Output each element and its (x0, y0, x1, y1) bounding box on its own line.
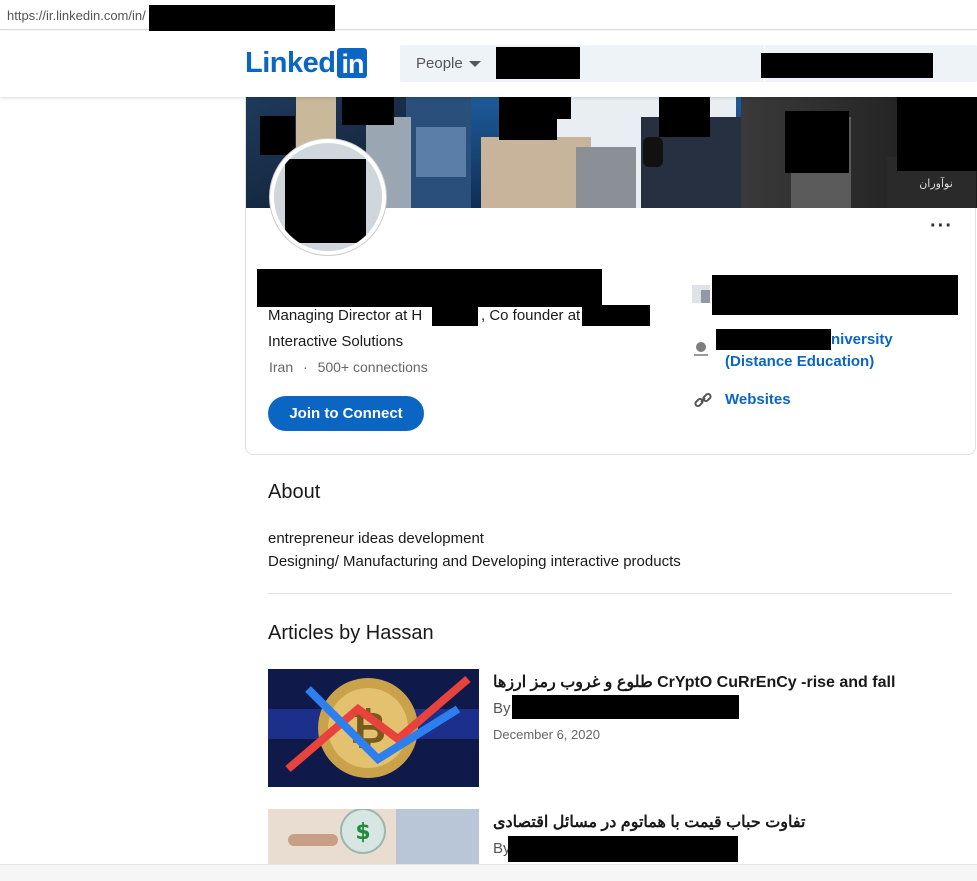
redacted-first-name-input[interactable] (496, 47, 580, 79)
redacted-banner-6 (785, 111, 849, 173)
education-link-line2[interactable]: (Distance Education) (725, 353, 874, 370)
location-line: Iran · 500+ connections (269, 359, 428, 375)
redacted-company-2 (582, 305, 650, 326)
linkedin-logo[interactable]: Linked in (245, 47, 368, 79)
redacted-avatar-face (285, 159, 366, 243)
redacted-banner-2 (260, 116, 295, 155)
redacted-article-author[interactable] (512, 695, 739, 719)
search-filter-label: People (416, 55, 463, 72)
redacted-last-name-input[interactable] (761, 53, 933, 78)
logo-wordmark: Linked (245, 47, 336, 79)
about-section-title: About (268, 481, 321, 503)
logo-in-badge: in (337, 48, 368, 79)
redacted-profile-name (257, 269, 602, 307)
redacted-company-1 (432, 305, 478, 326)
caret-down-icon (468, 60, 481, 67)
location: Iran (269, 359, 294, 375)
bitcoin-illustration: ₿ (268, 669, 479, 787)
connections-count: 500+ connections (317, 359, 428, 375)
join-to-connect-button[interactable]: Join to Connect (268, 396, 424, 431)
article-thumbnail-bubble[interactable]: $ (268, 809, 479, 864)
article-thumbnail-crypto[interactable]: ₿ (268, 669, 479, 787)
about-line: Designing/ Manufacturing and Developing … (268, 553, 681, 570)
article-title[interactable]: تفاوت حباب قیمت با هماتوم در مسائل اقتصا… (493, 812, 805, 832)
redacted-university-name[interactable] (716, 329, 831, 350)
redacted-banner-5 (659, 97, 710, 137)
websites-link[interactable]: Websites (725, 391, 791, 408)
article-title[interactable]: طلوع و غروب رمز ارزها CrYptO CuRrEnCy -r… (493, 672, 895, 692)
headline-mid: , Co founder at (481, 307, 581, 324)
separator-dot: · (303, 359, 308, 375)
company-logo-icon (692, 285, 710, 303)
more-options-icon[interactable]: ··· (930, 215, 953, 238)
top-navigation: Linked in People (0, 31, 977, 97)
article-byline: By (493, 700, 511, 717)
section-divider (268, 593, 952, 594)
url-text[interactable]: https://ir.linkedin.com/in/ (7, 8, 146, 23)
redacted-url-segment (149, 5, 335, 32)
articles-section-title: Articles by Hassan (268, 622, 434, 644)
about-line: entrepreneur ideas development (268, 530, 484, 547)
redacted-banner-7 (897, 97, 977, 171)
svg-text:$: $ (355, 820, 370, 845)
redacted-current-company[interactable] (712, 275, 958, 315)
redacted-banner-1 (342, 97, 394, 125)
bottom-bar (0, 864, 977, 881)
browser-address-bar[interactable]: https://ir.linkedin.com/in/ (0, 0, 977, 32)
redacted-article-author[interactable] (508, 836, 738, 862)
bubble-illustration: $ (268, 809, 479, 864)
education-link-suffix[interactable]: niversity (831, 331, 893, 348)
university-logo-icon (692, 340, 710, 360)
redacted-banner-4 (499, 97, 557, 140)
headline-line1: Managing Director at H (268, 307, 423, 324)
search-bar: People (400, 45, 977, 82)
svg-text:نوآوران: نوآوران (919, 176, 953, 190)
profile-avatar[interactable] (270, 139, 386, 255)
article-date: December 6, 2020 (493, 727, 600, 742)
search-filter-dropdown[interactable]: People (416, 55, 481, 72)
headline-line2: Interactive Solutions (268, 333, 404, 350)
link-icon (694, 391, 712, 409)
profile-card: نوآوران ··· Managing Director at H , Co … (245, 97, 977, 455)
